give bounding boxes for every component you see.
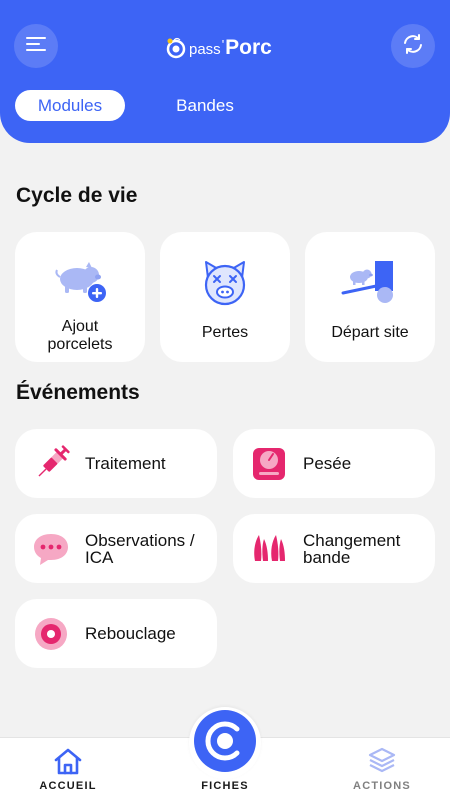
card-ajout-porcelets[interactable]: Ajout porcelets <box>15 232 145 362</box>
card-label-pertes: Pertes <box>201 324 249 341</box>
epass-c-logo-icon <box>193 709 257 778</box>
card-label-pesee: Pesée <box>303 454 352 473</box>
tab-bandes[interactable]: Bandes <box>155 90 255 121</box>
tab-modules[interactable]: Modules <box>15 90 125 121</box>
chat-bubble-icon <box>31 529 71 569</box>
card-label-ajout-porcelets: Ajout porcelets <box>47 318 113 353</box>
card-label-changement-bande: Changement bande <box>303 530 401 567</box>
dead-pig-icon <box>198 256 252 308</box>
epass-logo-icon <box>165 37 187 59</box>
syringe-icon <box>31 444 71 484</box>
layers-stack-icon <box>367 746 397 776</box>
nav-accueil[interactable]: ACCUEIL <box>28 738 108 800</box>
sync-button[interactable] <box>391 24 435 68</box>
card-label-depart-site: Départ site <box>331 324 409 341</box>
card-changement-bande[interactable]: Changement bande <box>233 514 435 583</box>
nav-actions[interactable]: ACTIONS <box>342 738 422 800</box>
card-label-rebouclage: Rebouclage <box>85 624 176 643</box>
scale-icon <box>249 444 289 484</box>
home-icon <box>53 746 83 776</box>
card-label-traitement: Traitement <box>85 454 166 473</box>
add-piglet-icon <box>51 256 109 308</box>
app-header: pass ' Porc Modules Bandes <box>0 0 450 143</box>
menu-button[interactable] <box>14 24 58 68</box>
hamburger-menu-icon <box>26 36 46 57</box>
section-title-evenements: Événements <box>16 381 140 404</box>
hoof-prints-icon <box>249 529 289 569</box>
card-traitement[interactable]: Traitement <box>15 429 217 498</box>
section-title-cycle: Cycle de vie <box>16 184 138 207</box>
nav-label-fiches: FICHES <box>201 780 249 792</box>
pig-departure-icon <box>341 256 399 308</box>
card-pesee[interactable]: Pesée <box>233 429 435 498</box>
app-logo: pass ' Porc <box>165 30 290 66</box>
card-pertes[interactable]: Pertes <box>160 232 290 362</box>
card-label-observations-ica: Observations / ICA <box>85 530 195 567</box>
nav-label-accueil: ACCUEIL <box>39 780 97 792</box>
fiches-fab-button[interactable] <box>189 707 261 779</box>
card-depart-site[interactable]: Départ site <box>305 232 435 362</box>
nav-label-actions: ACTIONS <box>353 780 411 792</box>
sync-refresh-icon <box>401 32 425 61</box>
logo-text-porc: Porc <box>225 36 272 59</box>
logo-text-pass: pass <box>189 40 221 58</box>
logo-apostrophe: ' <box>221 36 225 52</box>
ear-tag-icon <box>31 614 71 654</box>
card-rebouclage[interactable]: Rebouclage <box>15 599 217 668</box>
card-observations-ica[interactable]: Observations / ICA <box>15 514 217 583</box>
